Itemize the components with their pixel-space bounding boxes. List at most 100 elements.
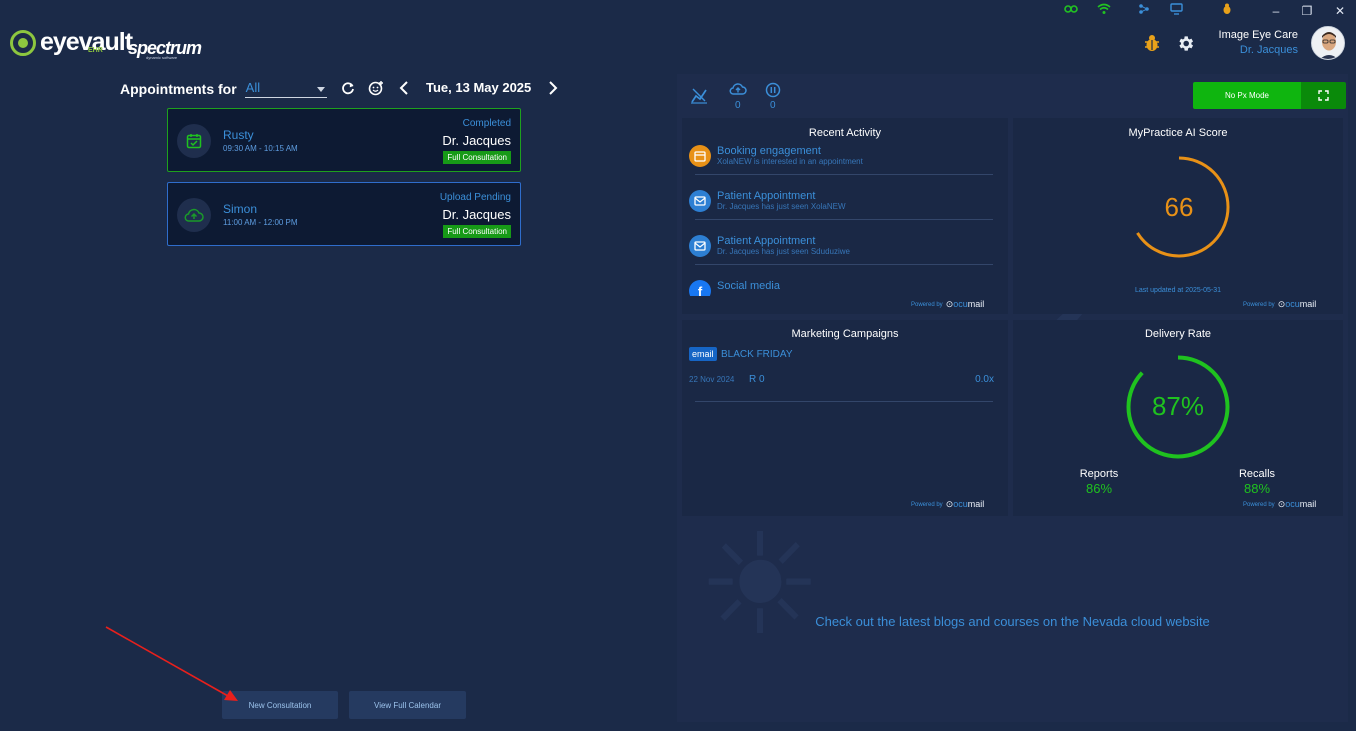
- chevron-down-icon: [316, 87, 325, 92]
- monitor-icon[interactable]: [1170, 3, 1183, 15]
- appointments-date: Tue, 13 May 2025: [426, 80, 532, 95]
- campaign-name: BLACK FRIDAY: [721, 349, 793, 360]
- doctor-name: Dr. Jacques: [1239, 44, 1298, 56]
- paused-count: 0: [770, 100, 776, 111]
- delivery-rate-value: 87%: [1151, 391, 1205, 421]
- ocumail-logo: ⊙ocumail: [945, 299, 985, 309]
- appointment-card-completed[interactable]: Rusty 09:30 AM - 10:15 AM Completed Dr. …: [167, 108, 521, 172]
- fullscreen-button[interactable]: [1301, 82, 1346, 109]
- powered-by-ocumail: Powered by ⊙ocumail: [1243, 499, 1316, 510]
- ocumail-logo: ⊙ocumail: [1277, 299, 1317, 309]
- campaign-type-badge: email: [689, 347, 717, 361]
- ai-score-value: 66: [1164, 192, 1194, 222]
- bug-icon[interactable]: [1143, 34, 1161, 52]
- divider: [695, 264, 993, 265]
- activity-title: Booking engagement: [717, 145, 821, 157]
- user-info[interactable]: Image Eye Care Dr. Jacques: [1219, 29, 1298, 56]
- delivery-rate-title: Delivery Rate: [1144, 328, 1212, 340]
- bug-tray-icon[interactable]: [1221, 3, 1233, 15]
- no-px-mode-button[interactable]: No Px Mode: [1193, 82, 1301, 109]
- activity-subtitle: ...: [717, 292, 724, 296]
- reports-value: 86%: [1085, 481, 1113, 496]
- appointment-doctor: Dr. Jacques: [442, 207, 511, 222]
- appointments-filter-select[interactable]: All: [244, 80, 327, 98]
- ocumail-logo-a: ocu: [1285, 499, 1300, 509]
- wifi-icon[interactable]: [1097, 3, 1111, 15]
- activity-subtitle: Dr. Jacques has just seen Sduduziwe: [717, 247, 850, 256]
- appointment-doctor: Dr. Jacques: [442, 133, 511, 148]
- marketing-title: Marketing Campaigns: [791, 328, 899, 340]
- eyevault-logo-mark: [10, 29, 36, 56]
- ai-score-title: MyPractice AI Score: [1128, 127, 1228, 139]
- mail-icon: [689, 190, 711, 212]
- ocumail-logo-a: ocu: [1285, 299, 1300, 309]
- analytics-icon[interactable]: [690, 86, 708, 104]
- patient-name: Rusty: [223, 128, 254, 142]
- ocumail-logo-a: ocu: [953, 499, 968, 509]
- settings-gear-icon[interactable]: [1176, 34, 1195, 53]
- powered-label: Powered by: [911, 501, 943, 508]
- ocumail-logo-b: mail: [967, 299, 985, 309]
- recalls-label: Recalls: [1238, 468, 1276, 480]
- appointments-header: Appointments for All: [120, 79, 327, 99]
- appointments-filter-value: All: [245, 80, 261, 95]
- reports-label: Reports: [1079, 468, 1119, 480]
- blog-link[interactable]: Check out the latest blogs and courses o…: [677, 614, 1348, 629]
- divider: [695, 174, 993, 175]
- spectrum-logo-sub: dynamic software: [146, 55, 178, 60]
- powered-by-ocumail: Powered by ⊙ocumail: [911, 499, 984, 510]
- powered-label: Powered by: [1243, 301, 1275, 308]
- ocumail-logo-b: mail: [967, 499, 985, 509]
- cloud-upload-icon[interactable]: [729, 82, 747, 96]
- appointments-title: Appointments for: [120, 81, 237, 97]
- minimize-button[interactable]: –: [1269, 4, 1283, 18]
- ocumail-logo: ⊙ocumail: [945, 499, 985, 509]
- activity-subtitle: XolaNEW is interested in an appointment: [717, 157, 863, 166]
- pause-circle-icon[interactable]: [765, 82, 781, 98]
- campaign-ratio: 0.0x: [975, 374, 994, 385]
- user-avatar[interactable]: [1311, 26, 1345, 60]
- activity-title: Patient Appointment: [717, 235, 816, 247]
- recent-activity-title: Recent Activity: [808, 127, 882, 139]
- ocumail-logo-a: ocu: [953, 299, 968, 309]
- divider: [695, 219, 993, 220]
- patient-name: Simon: [223, 202, 258, 216]
- appointment-type-badge: Full Consultation: [443, 225, 511, 238]
- activity-title: Patient Appointment: [717, 190, 816, 202]
- facebook-icon: f: [689, 280, 711, 296]
- divider: [695, 401, 993, 402]
- close-button[interactable]: ✕: [1333, 4, 1347, 18]
- appointment-time: 11:00 AM - 12:00 PM: [223, 218, 298, 227]
- cloud-upload-icon: [177, 198, 211, 232]
- campaign-date: 22 Nov 2024: [689, 375, 735, 384]
- calendar-check-icon: [177, 124, 211, 158]
- add-emoji-icon[interactable]: [368, 80, 384, 96]
- activity-subtitle: Dr. Jacques has just seen XolaNEW: [717, 202, 846, 211]
- network-icon[interactable]: [1138, 3, 1150, 15]
- activity-title: Social media: [717, 280, 780, 292]
- ai-score-updated: Last updated at 2025-05-31: [1134, 287, 1221, 294]
- restore-button[interactable]: ❐: [1300, 4, 1314, 18]
- upload-count: 0: [735, 100, 741, 111]
- next-day-icon[interactable]: [548, 81, 558, 95]
- ocumail-logo: ⊙ocumail: [1277, 499, 1317, 509]
- powered-label: Powered by: [1243, 501, 1275, 508]
- refresh-icon[interactable]: [341, 81, 355, 95]
- ocumail-logo-b: mail: [1299, 499, 1317, 509]
- fullscreen-icon: [1318, 90, 1329, 101]
- campaign-row[interactable]: email BLACK FRIDAY 22 Nov 2024 R 0 0.0x: [689, 347, 994, 403]
- appointment-status: Completed: [462, 118, 511, 129]
- recent-activity-list[interactable]: Booking engagement XolaNEW is interested…: [682, 142, 1008, 296]
- annotation-arrow: [105, 626, 238, 701]
- eyevault-logo: eyevault: [10, 28, 133, 57]
- ehr-label: EHR: [88, 47, 103, 54]
- calendar-icon: [689, 145, 711, 167]
- practice-name: Image Eye Care: [1218, 29, 1298, 41]
- tray-link-icon[interactable]: [1064, 3, 1078, 15]
- view-full-calendar-button[interactable]: View Full Calendar: [349, 691, 466, 719]
- powered-label: Powered by: [911, 301, 943, 308]
- powered-by-ocumail: Powered by ⊙ocumail: [1243, 299, 1316, 310]
- appointment-card-pending[interactable]: Simon 11:00 AM - 12:00 PM Upload Pending…: [167, 182, 521, 246]
- appointment-time: 09:30 AM - 10:15 AM: [223, 144, 298, 153]
- previous-day-icon[interactable]: [399, 81, 409, 95]
